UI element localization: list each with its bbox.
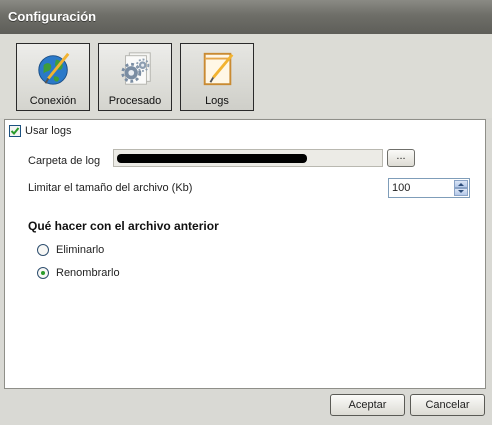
title-bar[interactable]: Configuración bbox=[0, 0, 492, 35]
globe-icon bbox=[38, 52, 70, 85]
use-logs-checkbox[interactable] bbox=[9, 125, 21, 137]
radio-eliminarlo-label[interactable]: Eliminarlo bbox=[56, 244, 104, 256]
tab-logs[interactable]: Logs bbox=[180, 43, 254, 111]
radio-renombrarlo-label[interactable]: Renombrarlo bbox=[56, 267, 120, 279]
notepad-icon bbox=[203, 52, 234, 86]
increment-button[interactable] bbox=[454, 180, 468, 188]
redacted-path bbox=[117, 154, 307, 163]
use-logs-label[interactable]: Usar logs bbox=[25, 125, 71, 137]
accept-button[interactable]: Aceptar bbox=[330, 394, 405, 416]
tab-conexion-label: Conexión bbox=[29, 95, 77, 107]
radio-renombrarlo[interactable] bbox=[37, 267, 49, 279]
radio-eliminarlo[interactable] bbox=[37, 244, 49, 256]
gears-icon bbox=[121, 52, 151, 85]
configuration-window: Configuración Conexión Procesado Logs Us… bbox=[0, 0, 492, 425]
section-title: Qué hacer con el archivo anterior bbox=[28, 219, 219, 233]
cancel-button[interactable]: Cancelar bbox=[410, 394, 485, 416]
tab-procesado[interactable]: Procesado bbox=[98, 43, 172, 111]
tab-logs-label: Logs bbox=[205, 95, 229, 107]
arrow-up-icon bbox=[458, 183, 464, 186]
window-title: Configuración bbox=[8, 9, 97, 24]
log-folder-label: Carpeta de log bbox=[28, 155, 101, 167]
tab-procesado-label: Procesado bbox=[108, 95, 162, 107]
radio-selected-dot bbox=[41, 271, 45, 275]
category-toolbar: Conexión Procesado Logs bbox=[0, 34, 492, 118]
size-limit-stepper[interactable]: 100 bbox=[388, 178, 470, 198]
logs-settings-panel: Usar logs Carpeta de log ... Limitar el … bbox=[4, 119, 486, 389]
checkmark-icon bbox=[10, 127, 20, 135]
browse-folder-button[interactable]: ... bbox=[387, 149, 415, 167]
tab-conexion[interactable]: Conexión bbox=[16, 43, 90, 111]
decrement-button[interactable] bbox=[454, 188, 468, 196]
log-folder-input[interactable] bbox=[113, 149, 383, 167]
size-limit-value[interactable]: 100 bbox=[392, 182, 410, 194]
arrow-down-icon bbox=[458, 190, 464, 193]
size-limit-label: Limitar el tamaño del archivo (Kb) bbox=[28, 182, 193, 194]
